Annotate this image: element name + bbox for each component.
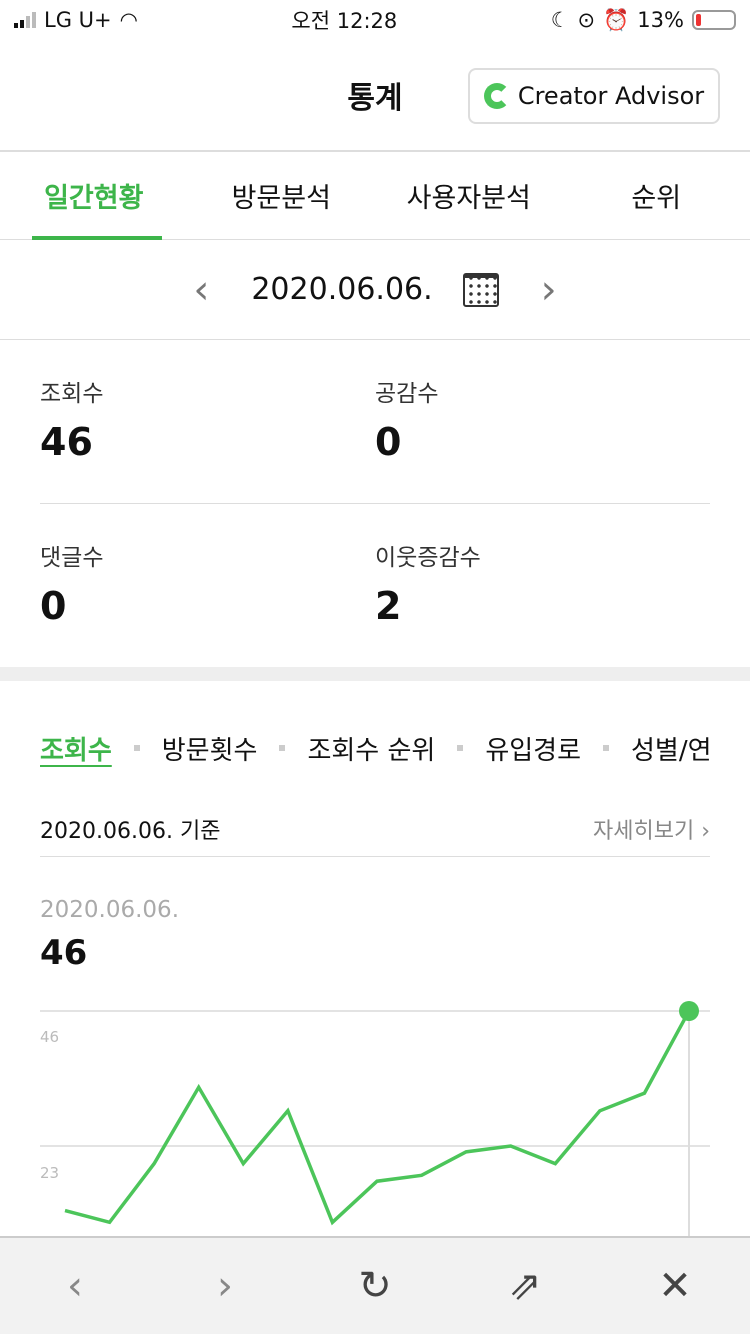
stat-comments: 댓글수 0	[40, 504, 375, 667]
basis-date: 2020.06.06. 기준	[40, 818, 221, 844]
stat-label: 댓글수	[40, 545, 104, 571]
section-divider	[0, 667, 750, 681]
rotation-lock-icon: ⊙	[577, 8, 596, 32]
stat-value: 0	[40, 584, 67, 628]
stat-neighbors: 이웃증감수 2	[375, 504, 710, 667]
selected-value: 46	[40, 933, 88, 973]
tab-visit-analysis[interactable]: 방문분석	[188, 152, 376, 239]
subtab-views[interactable]: 조회수	[40, 730, 112, 767]
stat-label: 이웃증감수	[375, 545, 481, 571]
subtab-gender-age[interactable]: 성별/연	[631, 730, 712, 767]
stat-views: 조회수 46	[40, 340, 375, 503]
subtab-visits[interactable]: 방문횟수	[162, 730, 258, 767]
stat-label: 공감수	[375, 381, 439, 407]
more-link[interactable]: 자세히보기 ›	[593, 813, 710, 845]
main-tabs: 일간현황 방문분석 사용자분석 순위	[0, 152, 750, 240]
tab-ranking[interactable]: 순위	[563, 152, 750, 239]
stats-grid: 조회수 46 공감수 0 댓글수 0 이웃증감수 2	[0, 340, 750, 667]
data-point	[679, 1001, 699, 1021]
creator-advisor-logo-icon	[483, 83, 510, 109]
subtab-view-rank[interactable]: 조회수 순위	[307, 730, 435, 767]
creator-advisor-label: Creator Advisor	[517, 82, 705, 110]
forward-icon[interactable]: ›	[185, 1263, 265, 1309]
reload-icon[interactable]: ↻	[335, 1263, 415, 1309]
prev-date-icon[interactable]: ‹	[181, 267, 221, 313]
close-icon[interactable]: ✕	[635, 1263, 715, 1309]
date-selector: ‹ 2020.06.06. ›	[0, 240, 750, 340]
tab-daily[interactable]: 일간현황	[0, 152, 188, 240]
battery-icon	[691, 10, 736, 30]
stat-label: 조회수	[40, 381, 104, 407]
views-line-chart: 46 23	[40, 1001, 710, 1240]
next-date-icon[interactable]: ›	[529, 267, 569, 313]
browser-toolbar: ‹ › ↻ ⇗ ✕	[0, 1236, 750, 1334]
selected-date: 2020.06.06.	[40, 897, 179, 923]
status-bar: LG U+ ◠ 오전 12:28 ☾ ⊙ ⏰ 13%	[0, 0, 750, 40]
basis-row: 2020.06.06. 기준 자세히보기 ›	[40, 801, 710, 857]
calendar-icon[interactable]	[462, 272, 499, 307]
stat-likes: 공감수 0	[375, 340, 710, 503]
wifi-icon: ◠	[119, 8, 138, 32]
ytick-46: 46	[40, 1028, 59, 1046]
stat-value: 0	[375, 420, 402, 464]
selected-point: 2020.06.06. 46	[0, 857, 750, 973]
share-icon[interactable]: ⇗	[485, 1263, 565, 1309]
stat-value: 2	[375, 584, 402, 628]
tab-user-analysis[interactable]: 사용자분석	[375, 152, 563, 239]
ytick-23: 23	[40, 1164, 59, 1182]
carrier: LG U+	[44, 8, 112, 32]
alarm-icon: ⏰	[603, 7, 630, 32]
moon-icon: ☾	[550, 8, 570, 32]
header: 통계 Creator Advisor	[0, 40, 750, 152]
subtab-referrer[interactable]: 유입경로	[485, 730, 581, 767]
views-series-line	[64, 1010, 691, 1226]
page-title: 통계	[347, 81, 403, 116]
chart-tabs: 조회수 방문횟수 조회수 순위 유입경로 성별/연	[0, 681, 750, 801]
current-date: 2020.06.06.	[251, 272, 433, 307]
battery-percent: 13%	[637, 8, 684, 32]
creator-advisor-button[interactable]: Creator Advisor	[468, 68, 720, 124]
back-icon[interactable]: ‹	[35, 1263, 115, 1309]
signal-icon	[14, 12, 36, 28]
clock: 오전 12:28	[291, 9, 398, 33]
stat-value: 46	[40, 420, 93, 464]
